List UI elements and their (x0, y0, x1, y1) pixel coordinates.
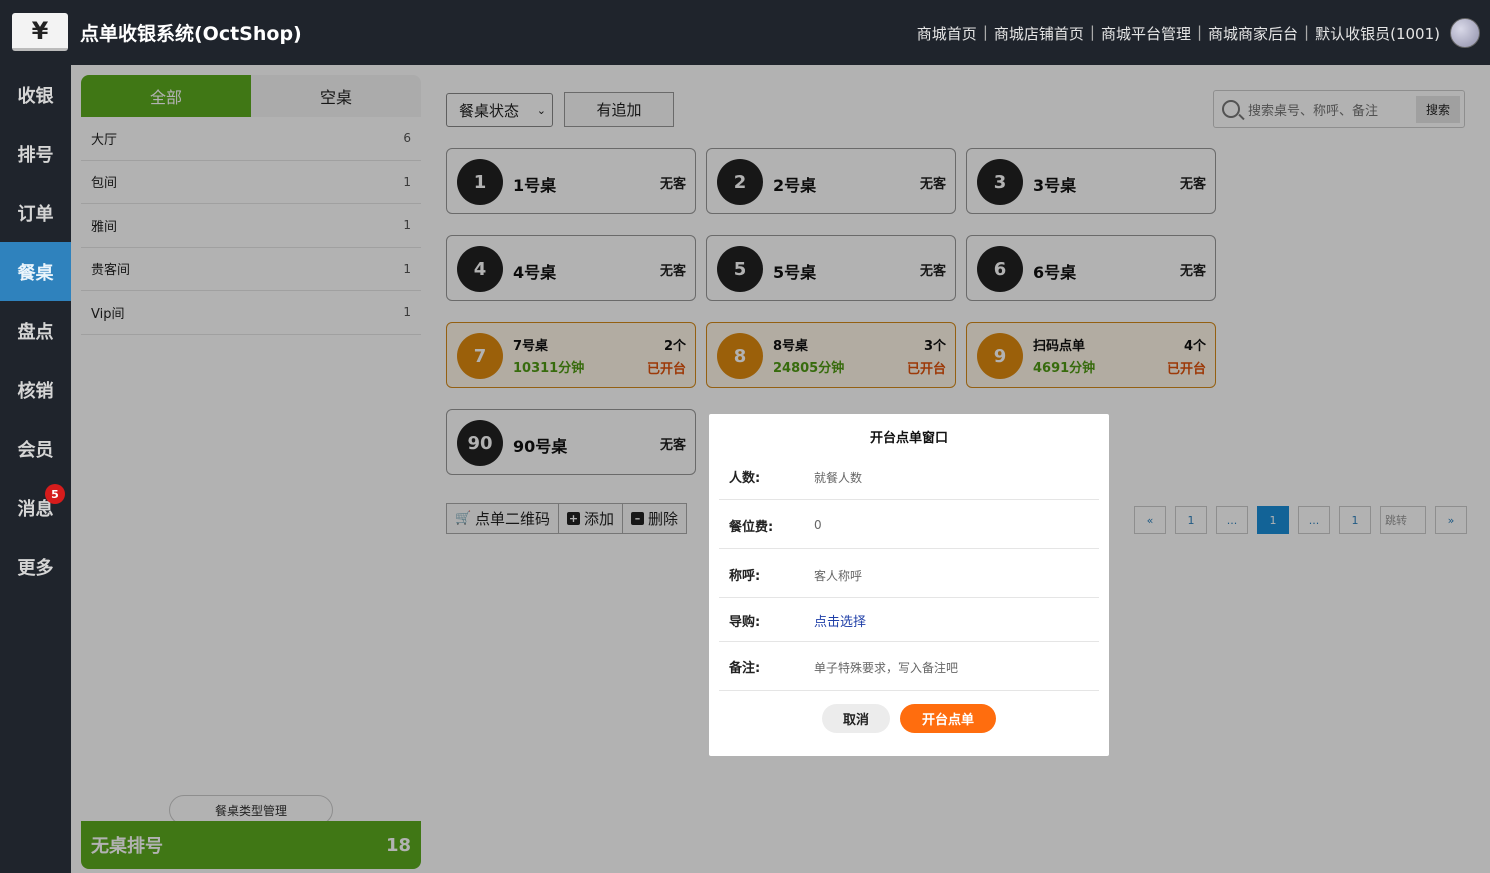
logo-icon: ¥ (12, 13, 68, 51)
field-label: 导购: (729, 615, 761, 630)
field-shopping-guide: 导购: 点击选择 (719, 598, 1099, 642)
nav-shop-home[interactable]: 商城店铺首页 (994, 23, 1084, 44)
open-order-button[interactable]: 开台点单 (900, 704, 996, 733)
leftnav-label: 核销 (17, 380, 54, 402)
field-label: 人数: (729, 471, 761, 486)
top-header: ¥ 点单收银系统(OctShop) 商城首页 | 商城店铺首页 | 商城平台管理… (0, 0, 1490, 65)
nav-merchant-admin[interactable]: 商城商家后台 (1208, 23, 1298, 44)
nav-mall-home[interactable]: 商城首页 (917, 23, 977, 44)
nav-separator: | (1196, 23, 1203, 41)
left-nav: 收银 排号 订单 餐桌 盘点 核销 会员 消息 5 更多 (0, 65, 71, 873)
leftnav-item-orders[interactable]: 订单 (0, 183, 71, 242)
avatar[interactable] (1450, 18, 1480, 48)
message-count-badge: 5 (45, 484, 65, 504)
leftnav-item-tables[interactable]: 餐桌 (0, 242, 71, 301)
field-guest-count: 人数: 就餐人数 (719, 451, 1099, 500)
top-nav: 商城首页 | 商城店铺首页 | 商城平台管理 | 商城商家后台 | 默认收银员(… (917, 23, 1440, 44)
leftnav-label: 盘点 (17, 321, 54, 343)
field-remark: 备注: 单子特殊要求，写入备注吧 (719, 642, 1099, 691)
field-label: 餐位费: (729, 520, 774, 535)
leftnav-item-cashier[interactable]: 收银 (0, 65, 71, 124)
nav-separator: | (1089, 23, 1095, 41)
seat-fee-input[interactable]: 0 (814, 518, 822, 532)
field-salutation: 称呼: 客人称呼 (719, 549, 1099, 598)
nav-cashier-user[interactable]: 默认收银员(1001) (1315, 23, 1440, 44)
nav-separator: | (982, 23, 988, 41)
nav-platform-admin[interactable]: 商城平台管理 (1101, 23, 1191, 44)
open-table-modal: 开台点单窗口 人数: 就餐人数 餐位费: 0 称呼: 客人称呼 导购: 点击选择… (709, 414, 1109, 756)
leftnav-item-verify[interactable]: 核销 (0, 360, 71, 419)
leftnav-label: 餐桌 (17, 262, 54, 284)
salutation-input[interactable]: 客人称呼 (814, 567, 862, 584)
leftnav-item-more[interactable]: 更多 (0, 537, 71, 596)
leftnav-item-members[interactable]: 会员 (0, 419, 71, 478)
modal-title: 开台点单窗口 (869, 431, 948, 446)
leftnav-label: 收银 (17, 85, 54, 107)
field-seat-fee: 餐位费: 0 (719, 500, 1099, 549)
leftnav-label: 订单 (17, 203, 54, 225)
field-label: 称呼: (729, 569, 761, 584)
cancel-button[interactable]: 取消 (822, 704, 890, 733)
select-guide-link[interactable]: 点击选择 (814, 611, 866, 630)
field-label: 备注: (729, 661, 761, 676)
leftnav-item-queue[interactable]: 排号 (0, 124, 71, 183)
remark-input[interactable]: 单子特殊要求，写入备注吧 (814, 659, 958, 676)
leftnav-label: 更多 (17, 557, 54, 579)
leftnav-label: 会员 (17, 439, 54, 461)
guest-count-input[interactable]: 就餐人数 (814, 469, 862, 486)
app-title: 点单收银系统(OctShop) (80, 23, 302, 45)
leftnav-item-messages[interactable]: 消息 5 (0, 478, 71, 537)
leftnav-label: 排号 (17, 144, 54, 166)
nav-separator: | (1304, 23, 1310, 41)
leftnav-item-inventory[interactable]: 盘点 (0, 301, 71, 360)
